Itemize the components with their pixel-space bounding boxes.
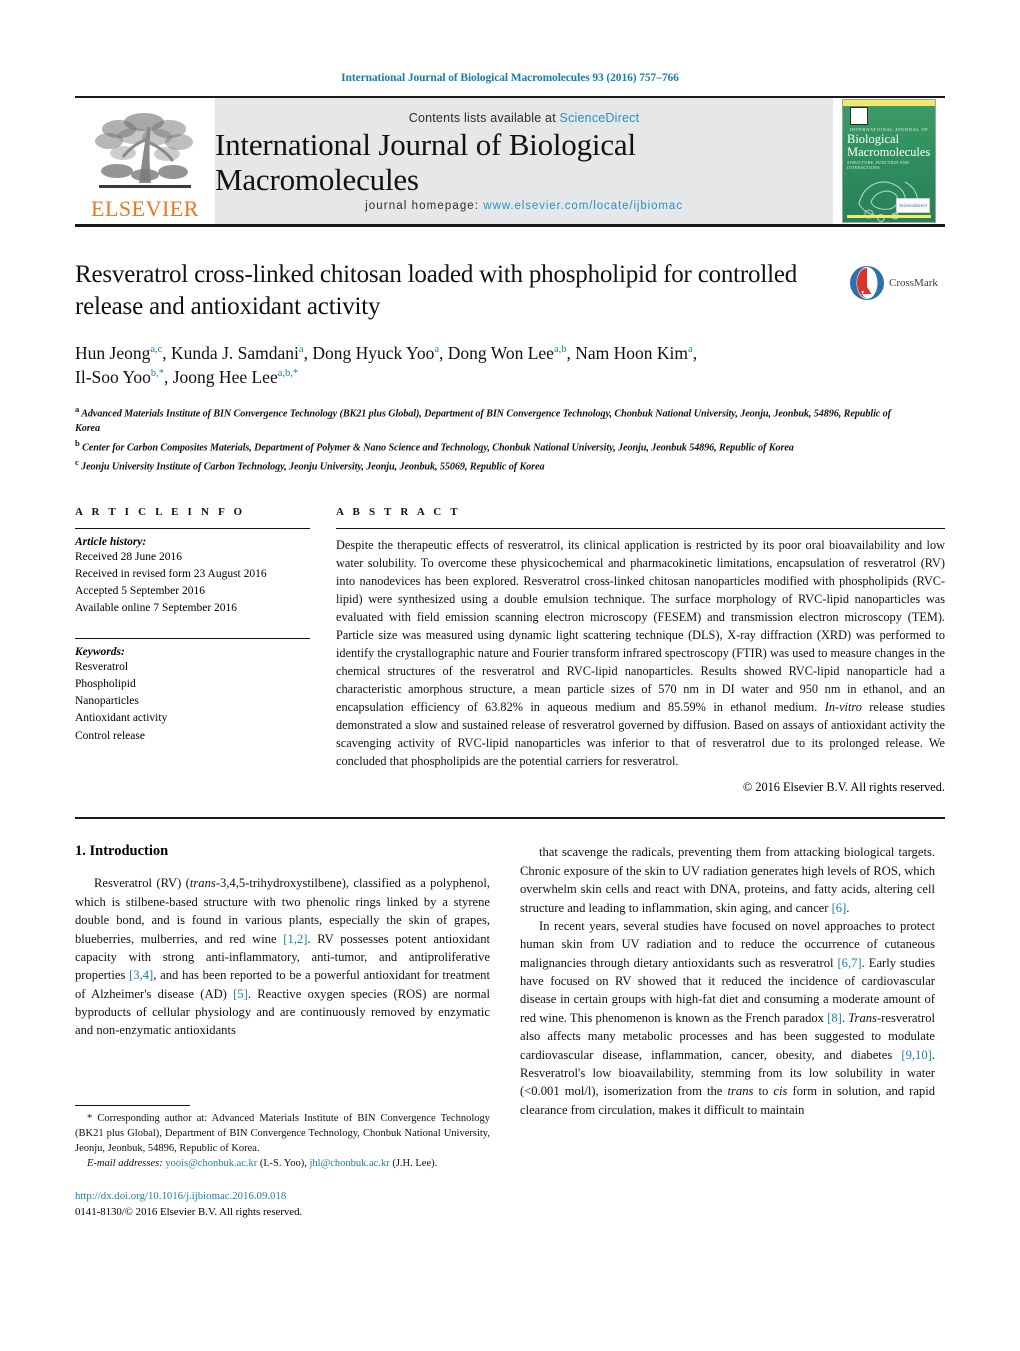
doi-block: http://dx.doi.org/10.1016/j.ijbiomac.201… — [75, 1188, 490, 1220]
article-history-item: Accepted 5 September 2016 — [75, 585, 205, 598]
author-line-1: Hun Jeonga,c, Kunda J. Samdania, Dong Hy… — [75, 343, 698, 363]
homepage-prefix: journal homepage: — [365, 200, 484, 212]
abstract-copyright: © 2016 Elsevier B.V. All rights reserved… — [742, 780, 945, 795]
introduction-heading: 1. Introduction — [75, 843, 169, 860]
article-history-label: Article history: — [75, 535, 147, 548]
title-block: Resveratrol cross-linked chitosan loaded… — [75, 259, 945, 476]
email-label: E-mail addresses: — [87, 1158, 163, 1170]
article-info-heading: A R T I C L E I N F O — [75, 505, 246, 518]
journal-title: International Journal of Biological Macr… — [215, 127, 636, 197]
article-history-item: Received in revised form 23 August 2016 — [75, 567, 267, 580]
abstract-column: A B S T R A C T Despite the therapeutic … — [336, 506, 945, 796]
sciencedirect-link[interactable]: ScienceDirect — [560, 111, 640, 125]
elsevier-tree-icon — [95, 113, 193, 188]
crossmark-label: CrossMark — [889, 277, 938, 289]
cover-elsevier-mark-icon — [850, 107, 868, 125]
body-columns: 1. Introduction Resveratrol (RV) (trans-… — [75, 843, 945, 1218]
affiliation-c: c Jeonju University Institute of Carbon … — [75, 457, 545, 473]
issn-copyright-line: 0141-8130/© 2016 Elsevier B.V. All right… — [75, 1206, 303, 1219]
journal-homepage-link[interactable]: www.elsevier.com/locate/ijbiomac — [483, 200, 682, 212]
crossmark-icon — [850, 266, 884, 300]
keywords-label: Keywords: — [75, 645, 125, 658]
page-title: Resveratrol cross-linked chitosan loaded… — [75, 261, 798, 320]
affiliation-list: a Advanced Materials Institute of BIN Co… — [75, 403, 915, 475]
email-link-2[interactable]: jhl@chonbuk.ac.kr — [309, 1158, 389, 1169]
introduction-paragraph: that scavenge the radicals, preventing t… — [520, 845, 935, 915]
corresponding-author-note: * Corresponding author at: Advanced Mate… — [75, 1112, 490, 1172]
introduction-paragraph: Resveratrol (RV) (trans-3,4,5-trihydroxy… — [75, 876, 491, 1038]
footnote-divider — [75, 1105, 190, 1107]
journal-cover-cell: INTERNATIONAL JOURNAL OF Biological Macr… — [833, 98, 945, 224]
author-line-2: Il-Soo Yoob,*, Joong Hee Leea,b,* — [75, 367, 299, 388]
corresponding-author-text: * Corresponding author at: Advanced Mate… — [75, 1113, 490, 1155]
cover-top-strip — [843, 100, 935, 106]
cover-journal-name: Biological Macromolecules — [847, 133, 931, 159]
body-column-right: that scavenge the radicals, preventing t… — [520, 843, 935, 1119]
cover-bottom-strip — [847, 215, 931, 218]
abstract-heading: A B S T R A C T — [336, 505, 461, 518]
introduction-paragraph: In recent years, several studies have fo… — [520, 918, 936, 1117]
elsevier-logo: ELSEVIER — [75, 98, 215, 224]
journal-homepage-line: journal homepage: www.elsevier.com/locat… — [365, 200, 683, 212]
affiliation-b: b Center for Carbon Composites Materials… — [75, 438, 794, 454]
email-link-1[interactable]: yoois@chonbuk.ac.kr — [165, 1158, 257, 1169]
keyword-item: Resveratrol — [75, 660, 129, 673]
info-abstract-region: A R T I C L E I N F O Article history: R… — [75, 506, 945, 796]
journal-cover-image: INTERNATIONAL JOURNAL OF Biological Macr… — [842, 99, 936, 223]
cover-name-line2: Macromolecules — [847, 144, 931, 159]
footnote-area: * Corresponding author at: Advanced Mate… — [75, 1105, 490, 1220]
contents-prefix: Contents lists available at — [408, 111, 560, 125]
keyword-item: Control release — [75, 729, 145, 742]
affiliation-a: a Advanced Materials Institute of BIN Co… — [75, 404, 891, 435]
author-list: Hun Jeonga,c, Kunda J. Samdania, Dong Hy… — [75, 341, 845, 389]
abstract-body: Despite the therapeutic effects of resve… — [336, 537, 946, 769]
section-divider — [75, 817, 945, 820]
email-owner-2: (J.H. Lee). — [392, 1158, 438, 1170]
keyword-item: Antioxidant activity — [75, 712, 168, 725]
running-head: International Journal of Biological Macr… — [341, 72, 679, 84]
doi-link[interactable]: http://dx.doi.org/10.1016/j.ijbiomac.201… — [75, 1188, 490, 1204]
masthead-center: Contents lists available at ScienceDirec… — [215, 98, 833, 224]
body-column-left: 1. Introduction Resveratrol (RV) (trans-… — [75, 843, 491, 1218]
elsevier-wordmark: ELSEVIER — [91, 196, 199, 221]
abstract-rule — [336, 527, 945, 529]
cover-name-line1: Biological — [847, 132, 900, 146]
article-history-item: Received 28 June 2016 — [75, 550, 182, 563]
email-line: E-mail addresses: yoois@chonbuk.ac.kr (I… — [75, 1157, 490, 1172]
journal-article-page: International Journal of Biological Macr… — [0, 0, 1020, 1351]
journal-masthead: ELSEVIER Contents lists available at Sci… — [75, 96, 945, 227]
contents-available-line: Contents lists available at ScienceDirec… — [409, 111, 640, 125]
keywords-rule — [75, 637, 310, 639]
article-info-column: A R T I C L E I N F O Article history: R… — [75, 506, 310, 796]
cover-sciencedirect-badge: ScienceDirect — [896, 198, 930, 213]
keyword-item: Phospholipid — [75, 677, 136, 690]
email-owner-1: (I.-S. Yoo), — [259, 1158, 307, 1170]
crossmark-badge[interactable]: CrossMark — [849, 263, 945, 303]
article-history-item: Available online 7 September 2016 — [75, 602, 238, 615]
article-info-rule — [75, 527, 310, 529]
keyword-item: Nanoparticles — [75, 695, 139, 708]
